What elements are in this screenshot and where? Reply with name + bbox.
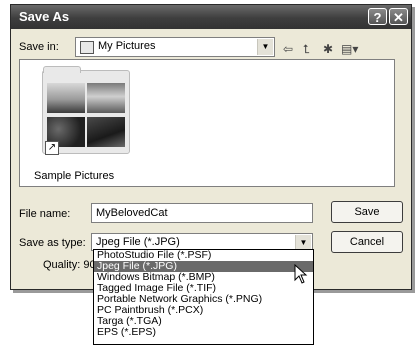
pictures-folder-icon [80, 41, 94, 54]
window-title: Save As [19, 9, 70, 24]
close-button[interactable]: ✕ [389, 8, 408, 25]
thumbnail-image [87, 117, 125, 147]
up-folder-icon[interactable]: ⮤ [303, 42, 310, 57]
file-list-view[interactable]: ↗ Sample Pictures [19, 59, 395, 187]
save-in-dropdown[interactable]: My Pictures ▼ [75, 37, 275, 57]
cancel-button[interactable]: Cancel [331, 231, 403, 253]
shortcut-arrow-icon: ↗ [45, 141, 59, 155]
thumbnail-image [87, 83, 125, 113]
list-item[interactable]: EPS (*.EPS) [94, 327, 313, 338]
back-arrow-icon[interactable]: ⇦ [283, 42, 293, 56]
chevron-down-icon[interactable]: ▼ [257, 39, 273, 55]
file-name-input[interactable]: MyBelovedCat [91, 203, 313, 223]
save-in-label: Save in: [19, 41, 59, 53]
save-as-type-value: Jpeg File (*.JPG) [96, 236, 180, 248]
save-in-value: My Pictures [98, 40, 156, 52]
chevron-down-icon[interactable]: ▼ [295, 235, 311, 249]
file-name-label: File name: [19, 208, 71, 220]
quality-label: Quality: 90 [43, 259, 96, 271]
mouse-cursor-icon [294, 264, 308, 284]
file-type-list[interactable]: PhotoStudio File (*.PSF) Jpeg File (*.JP… [93, 249, 314, 345]
folder-icon [43, 66, 81, 73]
save-as-type-label: Save as type: [19, 237, 86, 249]
folder-item[interactable]: ↗ [42, 66, 130, 155]
folder-name: Sample Pictures [34, 170, 115, 182]
file-name-value: MyBelovedCat [96, 207, 168, 219]
new-folder-icon[interactable]: ✱ [323, 42, 333, 56]
save-button[interactable]: Save [331, 201, 403, 223]
help-button[interactable]: ? [368, 8, 387, 25]
views-menu-icon[interactable]: ▤▾ [341, 42, 358, 56]
save-as-dialog: Save As ? ✕ Save in: My Pictures ▼ ⇦ ⮤ ✱… [10, 4, 412, 290]
title-bar[interactable]: Save As ? ✕ [11, 5, 411, 29]
thumbnail-image [47, 83, 85, 113]
